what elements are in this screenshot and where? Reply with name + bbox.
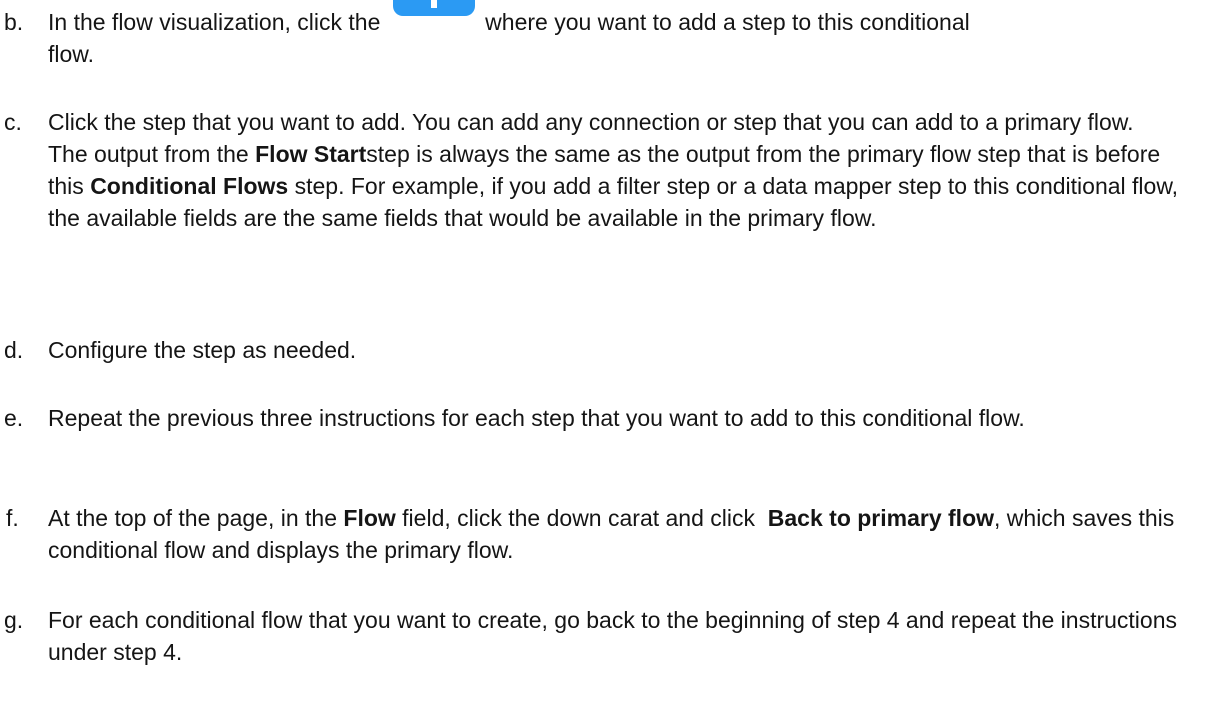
substep-text: In the flow visualization, click the — [48, 9, 387, 35]
substep-marker: d. — [4, 337, 24, 363]
back-to-primary-flow-term: Back to primary flow — [767, 505, 995, 531]
substep-body: Configure the step as needed. — [48, 334, 1200, 366]
flow-field-term: Flow — [343, 505, 396, 531]
substep-text: For each conditional flow that you want … — [48, 607, 1177, 665]
substep-text: flow. — [48, 41, 95, 67]
add-step-plus-icon — [387, 0, 479, 26]
substep-text: Configure the step as needed. — [48, 337, 357, 363]
substep-body: Repeat the previous three instructions f… — [48, 402, 1200, 434]
substep-text: Repeat the previous three instructions f… — [48, 405, 1025, 431]
substep-marker: f. — [6, 505, 19, 531]
substep-paragraph: The output from the Flow Startstep is al… — [48, 138, 1200, 234]
substep-paragraph: Click the step that you want to add. You… — [48, 109, 1134, 135]
conditional-flows-term: Conditional Flows — [90, 173, 289, 199]
substep-text: The output from the — [48, 141, 256, 167]
substep-body: In the flow visualization, click the whe… — [48, 0, 1200, 70]
substep-marker: c. — [4, 109, 22, 135]
substep-text: where you want to add a step to this con… — [478, 9, 970, 35]
substep-body: For each conditional flow that you want … — [48, 604, 1200, 668]
substep-body: At the top of the page, in the Flow fiel… — [48, 502, 1200, 566]
substep-marker: e. — [4, 405, 24, 431]
flow-start-term: Flow Start — [255, 141, 367, 167]
substep-text: field, click the down carat and click — [395, 505, 768, 531]
document-page: b. In the flow visualization, click the … — [0, 0, 1210, 708]
substep-marker: g. — [4, 607, 24, 633]
substep-text: At the top of the page, in the — [48, 505, 344, 531]
substep-body: Click the step that you want to add. You… — [48, 106, 1200, 234]
substep-marker: b. — [4, 9, 24, 35]
